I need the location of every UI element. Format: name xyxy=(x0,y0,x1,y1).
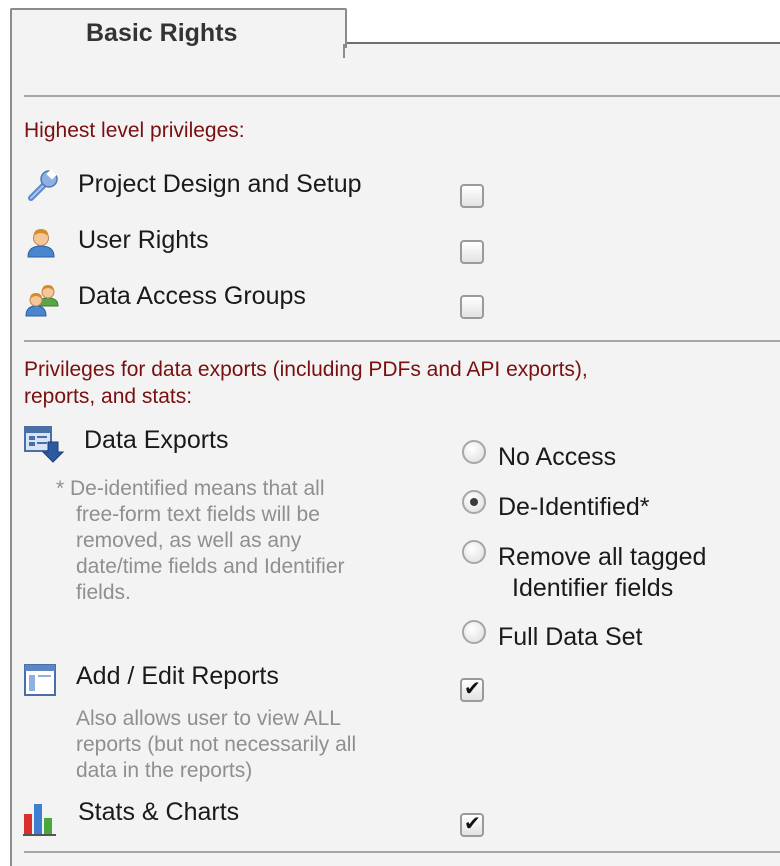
user-rights-checkbox[interactable] xyxy=(460,240,484,264)
project-design-label: Project Design and Setup xyxy=(78,170,362,198)
data-exports-note: * De-identified means that all free-form… xyxy=(56,476,345,606)
report-icon xyxy=(24,664,56,696)
bar-chart-icon xyxy=(23,804,56,836)
radio-no-access[interactable] xyxy=(462,440,486,464)
add-edit-reports-note-line: Also allows user to view ALL xyxy=(76,707,341,730)
data-access-groups-label: Data Access Groups xyxy=(78,282,306,310)
divider xyxy=(24,851,780,853)
divider xyxy=(24,340,780,342)
radio-full-data-set-label[interactable]: Full Data Set xyxy=(498,622,643,653)
project-design-checkbox[interactable] xyxy=(460,184,484,208)
data-exports-label: Data Exports xyxy=(84,426,229,454)
user-rights-label: User Rights xyxy=(78,226,209,254)
stats-charts-label: Stats & Charts xyxy=(78,798,240,826)
radio-remove-identifiers-label-line1: Remove all tagged xyxy=(498,543,707,571)
radio-remove-identifiers-label-line2: Identifier fields xyxy=(512,574,674,602)
data-exports-note-line: fields. xyxy=(76,581,131,604)
add-edit-reports-note: Also allows user to view ALL reports (bu… xyxy=(76,706,356,784)
section-heading-exports-line2: reports, and stats: xyxy=(24,385,193,408)
user-group-icon xyxy=(25,285,59,317)
radio-remove-identifiers[interactable] xyxy=(462,540,486,564)
checkmark-icon: ✔ xyxy=(464,813,481,835)
divider xyxy=(24,95,780,97)
stats-charts-checkbox[interactable]: ✔ xyxy=(460,813,484,837)
add-edit-reports-note-line: reports (but not necessarily all xyxy=(76,733,357,756)
wrench-icon xyxy=(28,169,58,201)
tab-basic-rights-label: Basic Rights xyxy=(86,19,238,47)
data-exports-note-line: * De-identified means that all xyxy=(56,477,325,500)
data-exports-note-line: date/time fields and Identifier xyxy=(76,555,345,578)
radio-full-data-set[interactable] xyxy=(462,620,486,644)
data-exports-note-line: free-form text fields will be xyxy=(76,503,320,526)
add-edit-reports-checkbox[interactable]: ✔ xyxy=(460,678,484,702)
user-icon xyxy=(27,229,55,258)
radio-selected-dot xyxy=(470,498,478,506)
radio-no-access-label[interactable]: No Access xyxy=(498,442,616,473)
tab-edge xyxy=(343,44,345,58)
section-heading-exports-line1: Privileges for data exports (including P… xyxy=(24,358,588,381)
add-edit-reports-note-line: data in the reports) xyxy=(76,759,253,782)
data-access-groups-checkbox[interactable] xyxy=(460,295,484,319)
radio-de-identified[interactable] xyxy=(462,490,486,514)
data-exports-note-line: removed, as well as any xyxy=(76,529,302,552)
add-edit-reports-label: Add / Edit Reports xyxy=(76,662,279,690)
section-heading-highest: Highest level privileges: xyxy=(24,119,245,142)
radio-remove-identifiers-label[interactable]: Remove all tagged Identifier fields xyxy=(498,542,706,604)
section-heading-exports: Privileges for data exports (including P… xyxy=(24,356,588,410)
radio-de-identified-label[interactable]: De-Identified* xyxy=(498,492,649,523)
checkmark-icon: ✔ xyxy=(464,678,481,700)
export-arrow-icon xyxy=(24,426,64,463)
